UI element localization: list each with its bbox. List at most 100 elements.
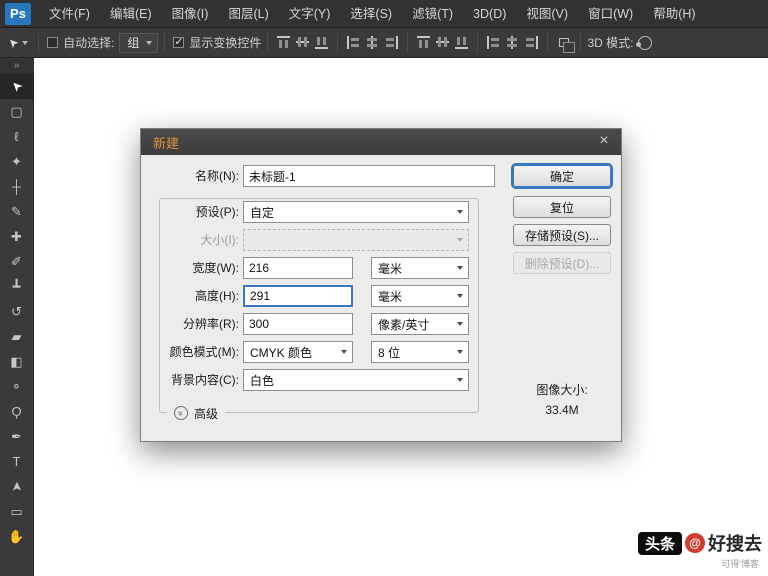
align-right-edges-icon[interactable] — [384, 36, 399, 49]
reset-button[interactable]: 复位 — [513, 196, 611, 218]
gradient-icon: ◧ — [10, 355, 22, 368]
size-label: 大小(I): — [149, 229, 239, 251]
distribute-vertical-centers-icon[interactable] — [436, 35, 449, 50]
auto-select-target-value: 组 — [127, 34, 139, 51]
eyedropper-icon: ✎ — [11, 205, 22, 218]
menu-help[interactable]: 帮助(H) — [643, 0, 705, 28]
tool-clone-stamp[interactable]: ┻ — [0, 274, 34, 299]
close-icon[interactable]: × — [595, 132, 613, 150]
width-input[interactable] — [243, 257, 353, 279]
collapse-chevron-icon: » — [14, 60, 20, 71]
history-brush-icon: ↺ — [11, 305, 22, 318]
tool-brush[interactable]: ✐ — [0, 249, 34, 274]
auto-select-checkbox[interactable] — [47, 37, 58, 48]
tool-eyedropper[interactable]: ✎ — [0, 199, 34, 224]
marquee-icon: ▢ — [10, 105, 22, 118]
caret-down-icon — [457, 350, 463, 354]
menu-image[interactable]: 图像(I) — [162, 0, 219, 28]
preset-select[interactable]: 自定 — [243, 201, 469, 223]
name-label: 名称(N): — [149, 165, 239, 187]
menu-layer[interactable]: 图层(L) — [218, 0, 278, 28]
panel-collapse-button[interactable]: » — [0, 58, 34, 74]
tool-history-brush[interactable]: ↺ — [0, 299, 34, 324]
tool-preset-picker[interactable]: ➤ — [0, 37, 32, 49]
preset-label: 预设(P): — [149, 201, 239, 223]
caret-down-icon — [457, 266, 463, 270]
3d-orbit-icon[interactable] — [638, 36, 652, 50]
distribute-top-edges-icon[interactable] — [417, 35, 430, 50]
blur-icon: ⚬ — [11, 380, 22, 393]
tool-hand[interactable]: ✋ — [0, 524, 34, 549]
distribute-horizontal-centers-icon[interactable] — [505, 36, 520, 49]
menu-view[interactable]: 视图(V) — [516, 0, 578, 28]
align-top-edges-icon[interactable] — [277, 35, 290, 50]
tool-pen[interactable]: ✒ — [0, 424, 34, 449]
menu-filter[interactable]: 滤镜(T) — [402, 0, 463, 28]
tool-gradient[interactable]: ◧ — [0, 349, 34, 374]
dialog-title: 新建 — [153, 133, 179, 152]
width-unit-value: 毫米 — [378, 260, 402, 277]
color-mode-select[interactable]: CMYK 颜色 — [243, 341, 353, 363]
auto-select-target-select[interactable]: 组 — [119, 33, 158, 53]
align-horizontal-centers-icon[interactable] — [365, 36, 380, 49]
new-document-dialog: 新建 × 名称(N): 确定 复位 存储预设(S)... 删除预设(D)... … — [140, 128, 622, 442]
separator — [407, 33, 408, 53]
separator — [547, 33, 548, 53]
tool-crop[interactable]: ┼ — [0, 174, 34, 199]
tool-path-selection[interactable]: ➤ — [0, 474, 34, 499]
photoshop-window: Ps 文件(F) 编辑(E) 图像(I) 图层(L) 文字(Y) 选择(S) 滤… — [0, 0, 768, 576]
resolution-unit-select[interactable]: 像素/英寸 — [371, 313, 469, 335]
path-selection-icon: ➤ — [10, 481, 23, 492]
align-vertical-centers-icon[interactable] — [296, 35, 309, 50]
save-preset-button[interactable]: 存储预设(S)... — [513, 224, 611, 246]
resolution-input[interactable] — [243, 313, 353, 335]
background-select[interactable]: 白色 — [243, 369, 469, 391]
show-transform-checkbox[interactable] — [173, 37, 184, 48]
distribute-bottom-edges-icon[interactable] — [455, 35, 468, 50]
separator — [267, 33, 268, 53]
dialog-title-bar[interactable]: 新建 × — [141, 129, 621, 155]
tool-dodge[interactable]: Ϙ — [0, 399, 34, 424]
distribute-left-edges-icon[interactable] — [486, 36, 501, 49]
distribute-right-edges-icon[interactable] — [524, 36, 539, 49]
caret-down-icon — [22, 41, 28, 45]
image-size-value: 33.4M — [513, 403, 611, 417]
height-unit-select[interactable]: 毫米 — [371, 285, 469, 307]
menu-file[interactable]: 文件(F) — [39, 0, 100, 28]
tool-lasso[interactable]: ℓ — [0, 124, 34, 149]
align-bottom-edges-icon[interactable] — [315, 35, 328, 50]
tool-quick-selection[interactable]: ✦ — [0, 149, 34, 174]
dialog-body: 名称(N): 确定 复位 存储预设(S)... 删除预设(D)... 预设(P)… — [141, 155, 621, 441]
tool-shape[interactable]: ▭ — [0, 499, 34, 524]
resolution-label: 分辨率(R): — [149, 313, 239, 335]
3d-mode-label: 3D 模式: — [587, 34, 633, 51]
name-input[interactable] — [243, 165, 495, 187]
height-input[interactable] — [243, 285, 353, 307]
align-left-edges-icon[interactable] — [346, 36, 361, 49]
menu-edit[interactable]: 编辑(E) — [100, 0, 162, 28]
show-transform-label: 显示变换控件 — [189, 34, 261, 51]
tool-eraser[interactable]: ▰ — [0, 324, 34, 349]
tool-rectangular-marquee[interactable]: ▢ — [0, 99, 34, 124]
height-unit-value: 毫米 — [378, 288, 402, 305]
tool-blur[interactable]: ⚬ — [0, 374, 34, 399]
menu-3d[interactable]: 3D(D) — [463, 0, 516, 28]
tool-spot-healing-brush[interactable]: ✚ — [0, 224, 34, 249]
menu-window[interactable]: 窗口(W) — [578, 0, 643, 28]
menu-type[interactable]: 文字(Y) — [279, 0, 341, 28]
color-depth-select[interactable]: 8 位 — [371, 341, 469, 363]
ok-button[interactable]: 确定 — [513, 165, 611, 187]
move-tool-icon: ➤ — [5, 35, 21, 51]
menu-select[interactable]: 选择(S) — [340, 0, 402, 28]
tools-panel: » ➤ ▢ ℓ ✦ ┼ ✎ ✚ ✐ ┻ ↺ ▰ ◧ ⚬ Ϙ ✒ T ➤ ▭ ✋ — [0, 58, 34, 576]
tool-move[interactable]: ➤ — [0, 74, 34, 99]
auto-align-layers-icon[interactable] — [559, 38, 569, 47]
advanced-expander[interactable]: » 高级 — [167, 402, 225, 424]
width-label: 宽度(W): — [149, 257, 239, 279]
width-unit-select[interactable]: 毫米 — [371, 257, 469, 279]
tool-type[interactable]: T — [0, 449, 34, 474]
color-depth-value: 8 位 — [378, 344, 400, 361]
hand-icon: ✋ — [8, 530, 24, 543]
healing-brush-icon: ✚ — [11, 230, 22, 243]
caret-down-icon — [341, 350, 347, 354]
